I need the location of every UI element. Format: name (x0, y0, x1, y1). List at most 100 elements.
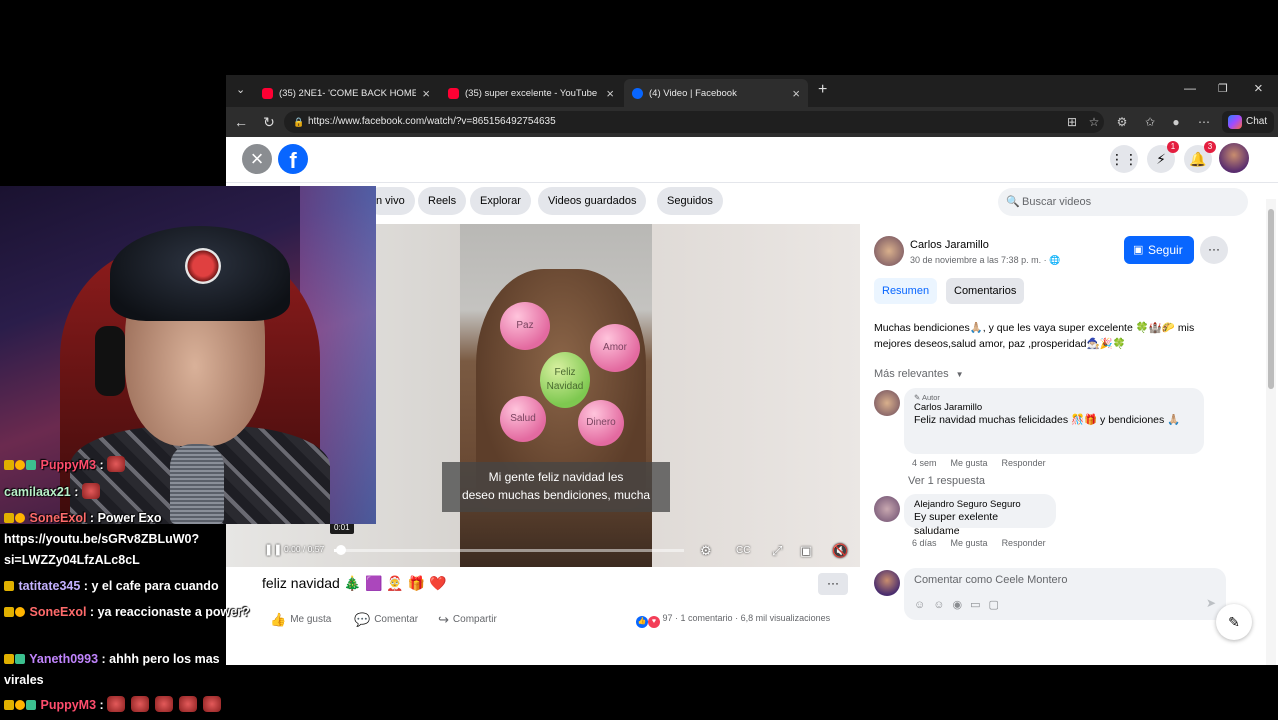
author-badge: ✎ Autor (914, 393, 940, 402)
new-tab-icon[interactable]: + (818, 81, 827, 99)
comment-like[interactable]: Me gusta (951, 538, 988, 548)
tab-title: (35) super excelente - YouTube (465, 87, 598, 99)
subtitle-line-1: Mi gente feliz navidad les (488, 470, 624, 484)
comment-reply[interactable]: Responder (1002, 458, 1046, 468)
minimize-icon[interactable]: — (1184, 81, 1196, 95)
video-frame: Paz Amor Feliz Navidad Salud Dinero (460, 224, 652, 567)
commenter-avatar[interactable] (874, 496, 900, 522)
tab-youtube-2[interactable]: (35) super excelente - YouTube × (440, 79, 622, 107)
emoji-icon[interactable]: ☺ (933, 599, 952, 611)
commenter-name[interactable]: Carlos Jaramillo (914, 402, 1194, 413)
chat-badge-icon (15, 654, 25, 664)
follow-button[interactable]: ▣ Seguir (1124, 236, 1194, 264)
comment-count[interactable]: 1 comentario (681, 613, 733, 623)
chat-text: y el cafe para cuando (91, 579, 219, 593)
captions-icon[interactable]: CC (736, 545, 750, 556)
like-button[interactable]: 👍 Me gusta (270, 612, 331, 628)
chat-user: SoneExol (29, 605, 87, 619)
nav-explore[interactable]: Explorar (470, 187, 531, 215)
close-tab-icon[interactable]: × (416, 86, 430, 101)
view-replies-link[interactable]: Ver 1 respuesta (908, 475, 985, 487)
copilot-chat-button[interactable]: Chat (1222, 111, 1274, 133)
commenter-avatar[interactable] (874, 390, 900, 416)
author-name[interactable]: Carlos Jaramillo (910, 239, 989, 251)
comment-input[interactable]: Comentar como Ceele Montero ☺☺◉▭▢ ➤ (904, 568, 1226, 620)
tab-comments[interactable]: Comentarios (946, 278, 1025, 304)
comment-reply[interactable]: Responder (1002, 538, 1046, 548)
seek-bar-handle[interactable] (336, 545, 346, 555)
balloon-feliz-navidad: Feliz Navidad (540, 352, 590, 408)
chat-badge-icon (15, 460, 25, 470)
commenter-name[interactable]: Alejandro Seguro Seguro (914, 499, 1046, 510)
sticker-icon[interactable]: ▢ (988, 599, 1006, 611)
volume-mute-icon[interactable]: 🔇 (832, 543, 848, 559)
share-button[interactable]: ↪ Compartir (438, 612, 497, 628)
tab-list-chevron-icon[interactable]: ⌄ (236, 83, 245, 96)
comment-age[interactable]: 6 días (912, 538, 937, 548)
camera-icon[interactable]: ◉ (952, 599, 970, 611)
send-icon[interactable]: ➤ (1206, 596, 1216, 610)
post-date[interactable]: 30 de noviembre a las 7:38 p. m. · 🌐 (910, 255, 1060, 266)
pause-icon[interactable]: ❚❚ (264, 543, 282, 556)
share-label: Compartir (452, 614, 497, 625)
tab-title: (4) Video | Facebook (649, 87, 737, 99)
more-menu-icon[interactable]: ⋯ (1196, 114, 1212, 130)
comment-text: Feliz navidad muchas felicidades 🎊🎁 y be… (914, 414, 1181, 426)
close-tab-icon[interactable]: × (600, 86, 614, 101)
chat-text: ya reaccionaste a power? (97, 605, 250, 619)
new-message-icon[interactable]: ✎ (1216, 604, 1252, 640)
back-icon[interactable]: ← (232, 113, 250, 131)
chat-user: PuppyM3 (40, 698, 97, 712)
more-options-icon[interactable]: ··· (818, 573, 848, 595)
tab-youtube-1[interactable]: (35) 2NE1- 'COME BACK HOME' 0: × (254, 79, 438, 107)
reaction-stats[interactable]: 👍 ♥ 97 · 1 comentario · 6,8 mil visualiza… (636, 613, 830, 628)
notifications-bell-icon[interactable]: 🔔 3 (1184, 141, 1216, 173)
close-tab-icon[interactable]: × (786, 86, 800, 101)
nav-following[interactable]: Seguidos (657, 187, 723, 215)
favorite-star-icon[interactable]: ☆ (1086, 114, 1102, 130)
profile-icon[interactable]: ● (1168, 114, 1184, 130)
avatar-sticker-icon[interactable]: ☺ (914, 599, 933, 611)
youtube-icon (448, 87, 459, 99)
comment-label: Comentar (374, 614, 419, 625)
chat-user: PuppyM3 (40, 458, 97, 472)
chat-user: tatitate345 (18, 579, 81, 593)
extensions-icon[interactable]: ⚙ (1114, 114, 1130, 130)
restore-icon[interactable]: ❐ (1218, 82, 1228, 95)
close-video-icon[interactable]: × (242, 144, 272, 174)
search-videos-input[interactable]: 🔍 Buscar videos (998, 188, 1248, 216)
tab-summary[interactable]: Resumen (874, 278, 938, 304)
nav-saved-videos[interactable]: Videos guardados (538, 187, 647, 215)
messenger-icon[interactable]: ⚡ 1 (1147, 141, 1179, 173)
app-available-icon[interactable]: ⊞ (1064, 114, 1080, 130)
fullscreen-icon[interactable]: ⤢ (772, 543, 782, 559)
tab-bar: ⌄ (35) 2NE1- 'COME BACK HOME' 0: × (35) … (226, 75, 1278, 107)
account-avatar[interactable] (1219, 143, 1249, 173)
nav-reels[interactable]: Reels (418, 187, 467, 215)
author-avatar[interactable] (874, 236, 904, 266)
url-field[interactable]: 🔒 https://www.facebook.com/watch/?v=8651… (284, 111, 1104, 133)
picture-in-picture-icon[interactable]: ▣ (800, 543, 812, 559)
comment-button[interactable]: 💬 Comentar (354, 612, 418, 628)
chat-message: PuppyM3 : (4, 695, 260, 716)
facebook-page: × f ⋮⋮ ⚡ 1 🔔 3 n vivo Reels Explorar Vid… (226, 137, 1278, 665)
tab-facebook[interactable]: (4) Video | Facebook × (624, 79, 808, 107)
gif-icon[interactable]: ▭ (970, 599, 988, 611)
comment-age[interactable]: 4 sem (912, 458, 937, 468)
settings-gear-icon[interactable]: ⚙ (700, 543, 712, 559)
lock-icon: 🔒 (293, 117, 305, 127)
sort-dropdown[interactable]: Más relevantes ▼ (874, 368, 964, 380)
seek-bar[interactable] (334, 545, 684, 555)
chat-user: SoneExol (29, 511, 87, 525)
post-more-icon[interactable]: ··· (1200, 236, 1228, 264)
refresh-icon[interactable]: ↻ (260, 113, 278, 131)
menu-grid-icon[interactable]: ⋮⋮ (1110, 145, 1138, 173)
collections-icon[interactable]: ✩ (1142, 114, 1158, 130)
scrollbar-thumb[interactable] (1268, 209, 1274, 389)
page-scrollbar[interactable] (1266, 199, 1276, 665)
balloon-amor: Amor (590, 324, 640, 372)
close-window-icon[interactable]: × (1254, 80, 1263, 97)
balloon-paz: Paz (500, 302, 550, 350)
comment-like[interactable]: Me gusta (951, 458, 988, 468)
facebook-logo-icon[interactable]: f (278, 144, 308, 174)
